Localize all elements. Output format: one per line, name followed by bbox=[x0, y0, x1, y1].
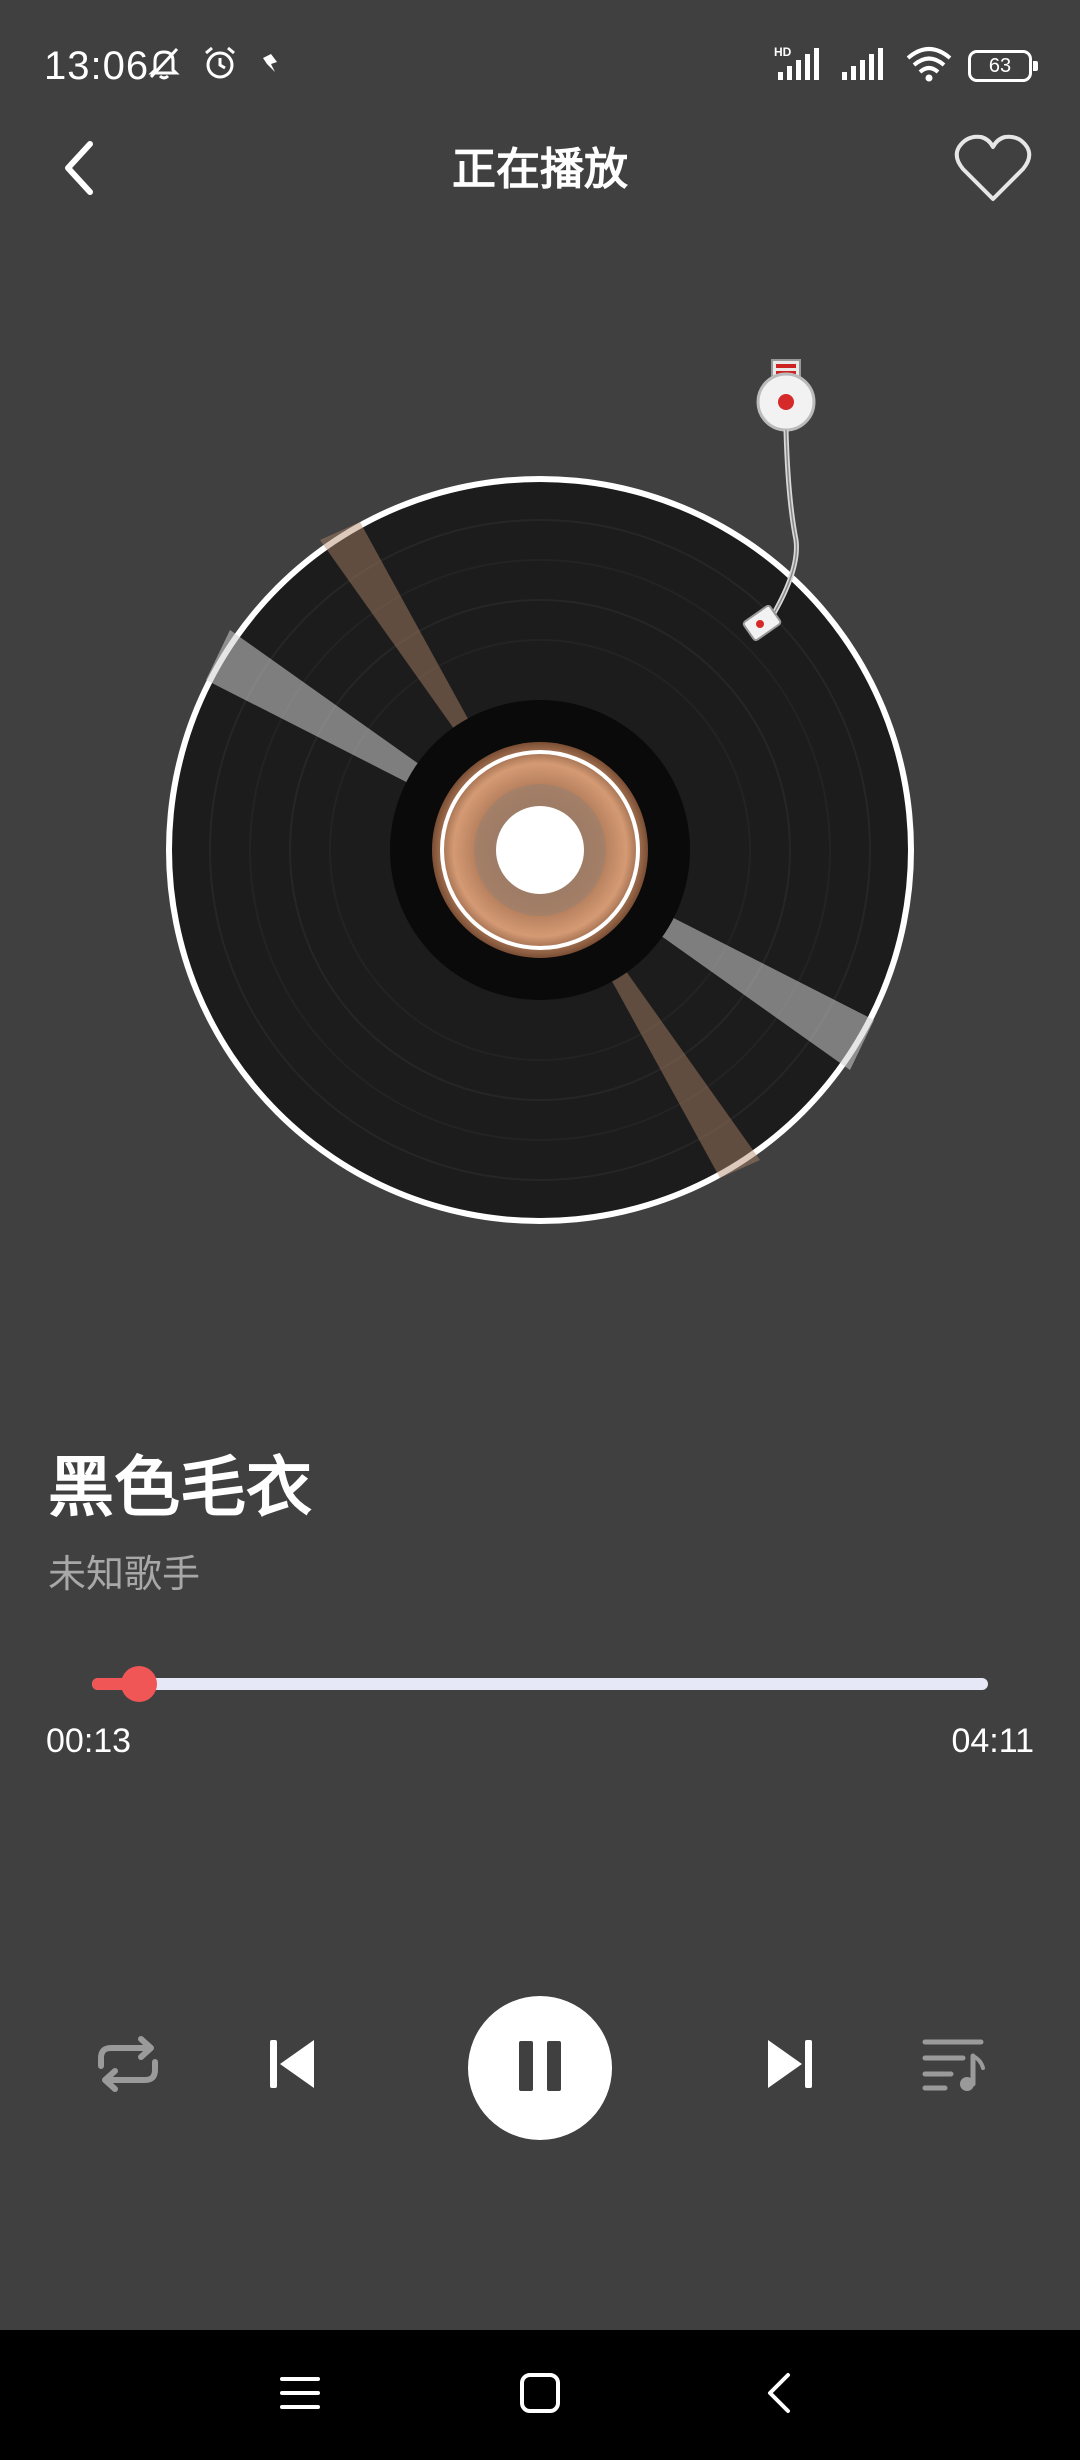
current-time: 00:13 bbox=[46, 1722, 132, 1760]
total-time: 04:11 bbox=[951, 1722, 1034, 1760]
svg-text:HD: HD bbox=[774, 45, 792, 59]
nav-menu-button[interactable] bbox=[270, 2365, 330, 2425]
tonearm bbox=[742, 359, 816, 642]
status-left-icons bbox=[145, 44, 283, 86]
turntable bbox=[160, 340, 920, 1240]
wifi-icon bbox=[904, 44, 954, 88]
next-button[interactable] bbox=[750, 2026, 830, 2106]
home-square-icon bbox=[518, 2371, 562, 2419]
favorite-button[interactable] bbox=[950, 128, 1036, 214]
status-time: 13:06 bbox=[44, 44, 150, 88]
repeat-icon bbox=[93, 2034, 163, 2098]
skip-next-icon bbox=[762, 2036, 818, 2096]
pause-icon bbox=[515, 2039, 565, 2097]
hd-signal-icon: HD bbox=[774, 44, 826, 88]
status-bar: 13:06 HD 63 bbox=[0, 0, 1080, 130]
song-artist: 未知歌手 bbox=[48, 1552, 201, 1596]
skip-previous-icon bbox=[264, 2036, 320, 2096]
playlist-icon bbox=[921, 2034, 987, 2098]
menu-icon bbox=[278, 2373, 322, 2417]
heart-outline-icon bbox=[953, 133, 1033, 209]
page-title: 正在播放 bbox=[452, 144, 628, 195]
nav-home-button[interactable] bbox=[510, 2365, 570, 2425]
playlist-button[interactable] bbox=[914, 2026, 994, 2106]
app-notification-icon bbox=[257, 50, 283, 80]
previous-button[interactable] bbox=[252, 2026, 332, 2106]
progress-thumb[interactable] bbox=[121, 1666, 157, 1702]
alarm-icon bbox=[201, 44, 239, 86]
progress-slider[interactable] bbox=[92, 1666, 988, 1702]
battery-icon: 63 bbox=[968, 50, 1038, 82]
back-icon bbox=[762, 2371, 798, 2419]
status-right-icons: HD 63 bbox=[774, 44, 1038, 88]
now-playing-screen: 13:06 HD 63 正在播放 黑色毛衣 未知歌手 00:13 04:11 bbox=[0, 0, 1080, 2460]
play-pause-button[interactable] bbox=[468, 1996, 612, 2140]
bell-off-icon bbox=[145, 44, 183, 86]
header: 正在播放 bbox=[0, 120, 1080, 220]
song-title: 黑色毛衣 bbox=[48, 1449, 312, 1526]
progress-track bbox=[92, 1678, 988, 1690]
battery-level: 63 bbox=[988, 54, 1012, 77]
nav-back-button[interactable] bbox=[750, 2365, 810, 2425]
repeat-button[interactable] bbox=[88, 2026, 168, 2106]
signal-icon bbox=[840, 44, 890, 88]
system-nav-bar bbox=[0, 2330, 1080, 2460]
